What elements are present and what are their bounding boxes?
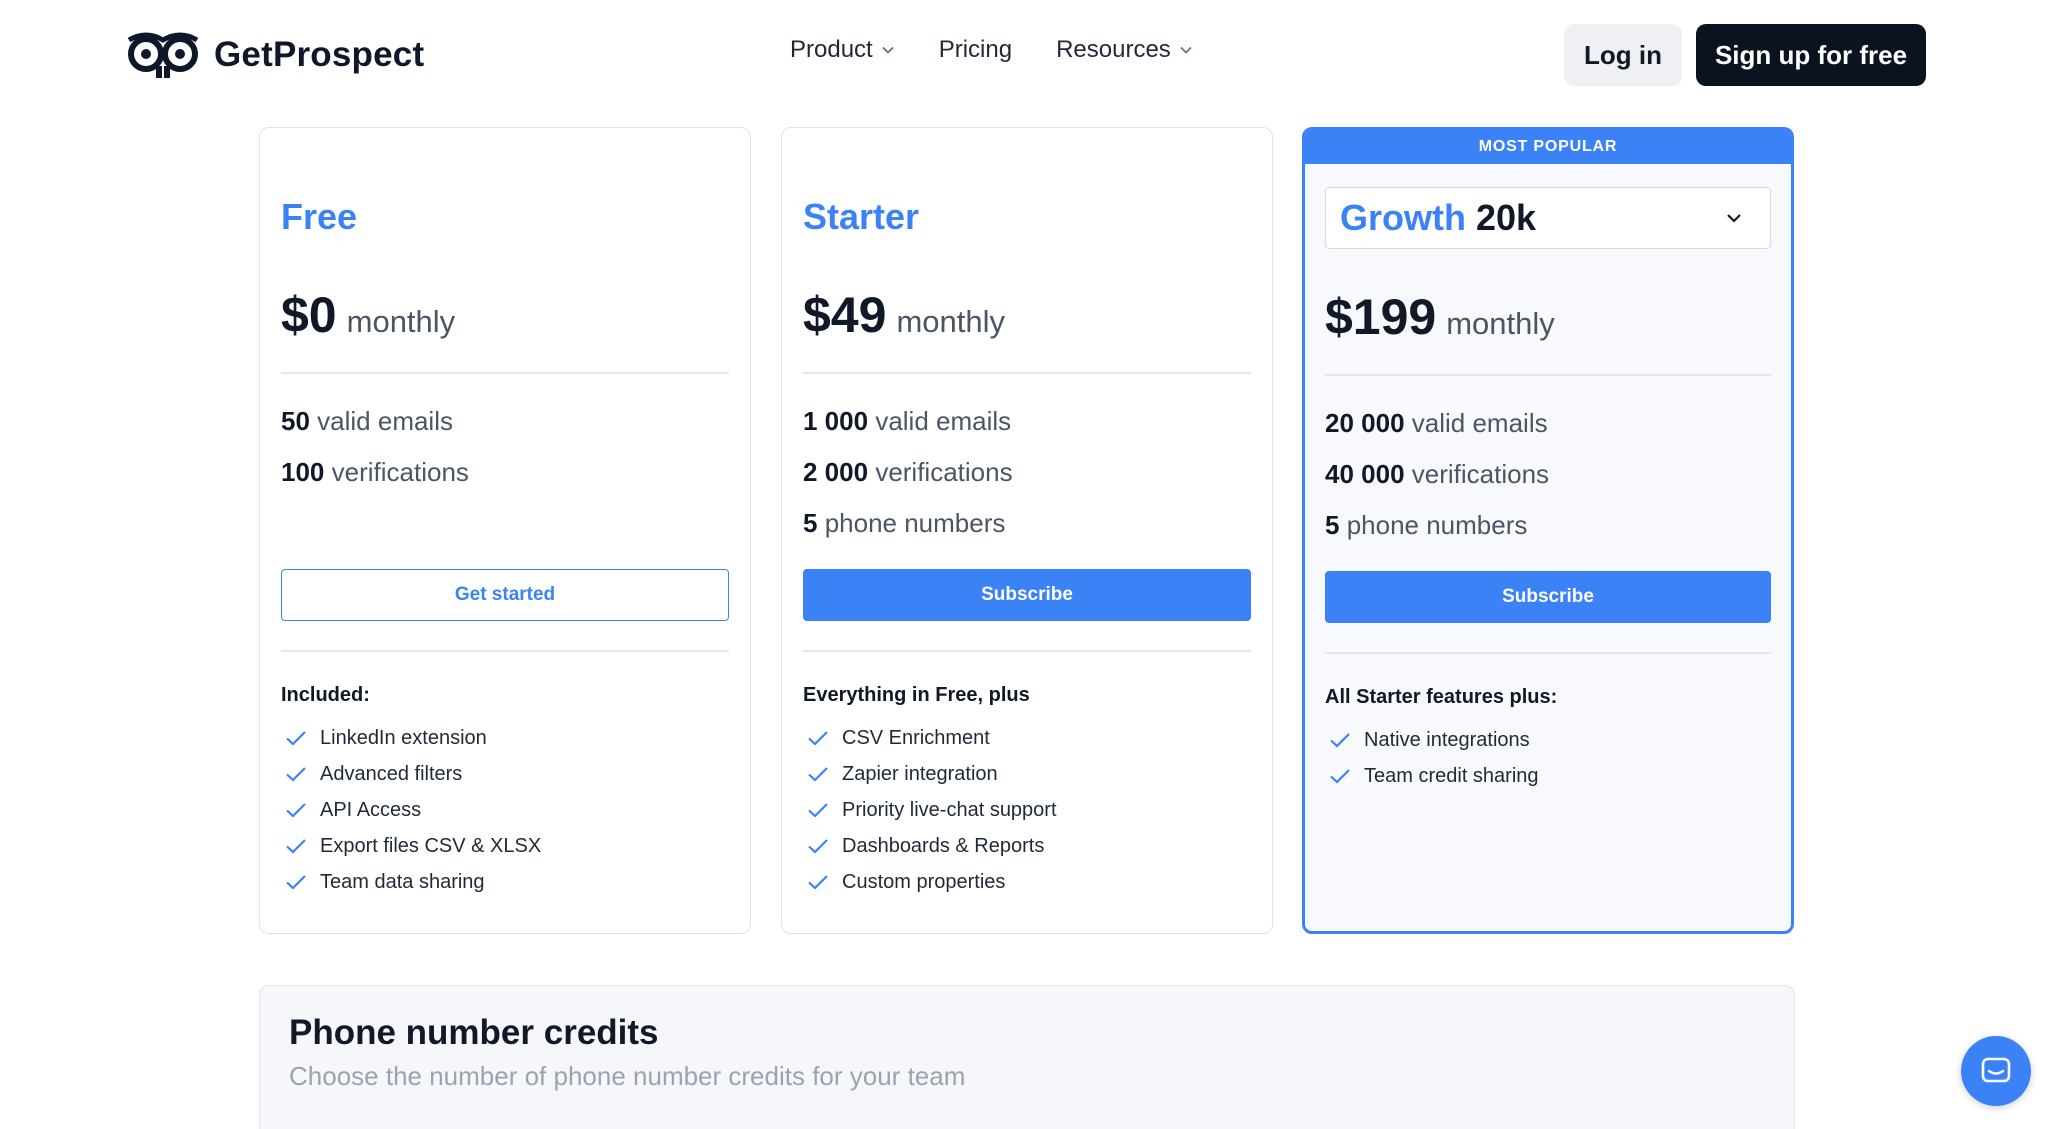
list-item: Priority live-chat support (803, 792, 1057, 828)
nav-item-label: Product (790, 36, 873, 63)
price-period: monthly (1446, 306, 1555, 341)
plan-name: Starter (803, 196, 920, 237)
phone-credits-section: Phone number credits Choose the number o… (259, 985, 1795, 1129)
quota-verifications: 2 000 verifications (803, 457, 1013, 487)
list-item: Custom properties (803, 864, 1057, 900)
divider (803, 372, 1251, 374)
list-item: Zapier integration (803, 756, 1057, 792)
check-icon (286, 875, 306, 890)
divider (281, 372, 729, 374)
plan-price: $199 monthly (1325, 288, 1555, 346)
main-nav: Product Pricing Resources (790, 36, 1193, 64)
check-icon (808, 767, 828, 782)
get-started-button[interactable]: Get started (281, 569, 729, 621)
check-icon (286, 839, 306, 854)
quota-phone-numbers: 5 phone numbers (1325, 510, 1528, 540)
section-subtitle: Choose the number of phone number credit… (289, 1061, 966, 1091)
logo-text: GetProspect (214, 35, 425, 74)
check-icon (1330, 769, 1350, 784)
feature-list: CSV Enrichment Zapier integration Priori… (803, 720, 1057, 900)
chat-icon (1981, 1057, 2011, 1083)
features-heading: Included: (281, 684, 370, 706)
nav-item-label: Pricing (938, 36, 1013, 63)
plan-card-free: Free $0 monthly 50 valid emails 100 veri… (259, 127, 751, 934)
feature-list: LinkedIn extension Advanced filters API … (281, 720, 541, 900)
subscribe-button[interactable]: Subscribe (1325, 571, 1771, 623)
site-header: GetProspect Product Pricing Resources Lo… (0, 0, 2048, 112)
logo[interactable]: GetProspect (126, 30, 424, 80)
section-title: Phone number credits (289, 1013, 659, 1052)
plan-price: $0 monthly (281, 286, 455, 344)
quota-verifications: 40 000 verifications (1325, 459, 1550, 489)
list-item: Native integrations (1325, 722, 1539, 758)
plan-name: Free (281, 196, 358, 237)
chevron-down-icon (882, 46, 894, 54)
quota-verifications: 100 verifications (281, 457, 469, 487)
chevron-down-icon (1180, 46, 1192, 54)
price-amount: $199 (1325, 289, 1437, 345)
divider (803, 650, 1251, 652)
login-button[interactable]: Log in (1564, 24, 1682, 86)
list-item: LinkedIn extension (281, 720, 541, 756)
divider (281, 650, 729, 652)
plan-price: $49 monthly (803, 286, 1005, 344)
features-heading: All Starter features plus: (1325, 686, 1558, 708)
list-item: CSV Enrichment (803, 720, 1057, 756)
feature-list: Native integrations Team credit sharing (1325, 722, 1539, 794)
nav-item-resources[interactable]: Resources (1056, 36, 1193, 64)
quota-emails: 50 valid emails (281, 406, 453, 436)
chat-launcher-button[interactable] (1961, 1036, 2031, 1106)
signup-button[interactable]: Sign up for free (1696, 24, 1926, 86)
list-item: Dashboards & Reports (803, 828, 1057, 864)
check-icon (1330, 733, 1350, 748)
logo-mark-icon (127, 32, 199, 78)
quota-emails: 1 000 valid emails (803, 406, 1012, 436)
price-amount: $49 (803, 287, 887, 343)
nav-item-label: Resources (1056, 36, 1171, 63)
list-item: Export files CSV & XLSX (281, 828, 541, 864)
plan-card-growth: MOST POPULAR Growth 20k $199 monthly 20 … (1302, 127, 1794, 934)
check-icon (808, 803, 828, 818)
features-heading: Everything in Free, plus (803, 684, 1030, 706)
check-icon (286, 767, 306, 782)
list-item: Advanced filters (281, 756, 541, 792)
price-period: monthly (896, 304, 1005, 339)
nav-item-product[interactable]: Product (790, 36, 895, 64)
divider (1325, 652, 1771, 654)
plan-card-starter: Starter $49 monthly 1 000 valid emails 2… (781, 127, 1273, 934)
quota-emails: 20 000 valid emails (1325, 408, 1548, 438)
price-amount: $0 (281, 287, 337, 343)
pricing-page: GetProspect Product Pricing Resources Lo… (0, 0, 2048, 1129)
subscribe-button[interactable]: Subscribe (803, 569, 1251, 621)
divider (1325, 374, 1771, 376)
check-icon (808, 839, 828, 854)
check-icon (808, 731, 828, 746)
list-item: API Access (281, 792, 541, 828)
check-icon (286, 731, 306, 746)
quota-phone-numbers: 5 phone numbers (803, 508, 1006, 538)
list-item: Team credit sharing (1325, 758, 1539, 794)
check-icon (286, 803, 306, 818)
price-period: monthly (346, 304, 456, 339)
list-item: Team data sharing (281, 864, 541, 900)
nav-item-pricing[interactable]: Pricing (939, 36, 1012, 64)
check-icon (808, 875, 828, 890)
